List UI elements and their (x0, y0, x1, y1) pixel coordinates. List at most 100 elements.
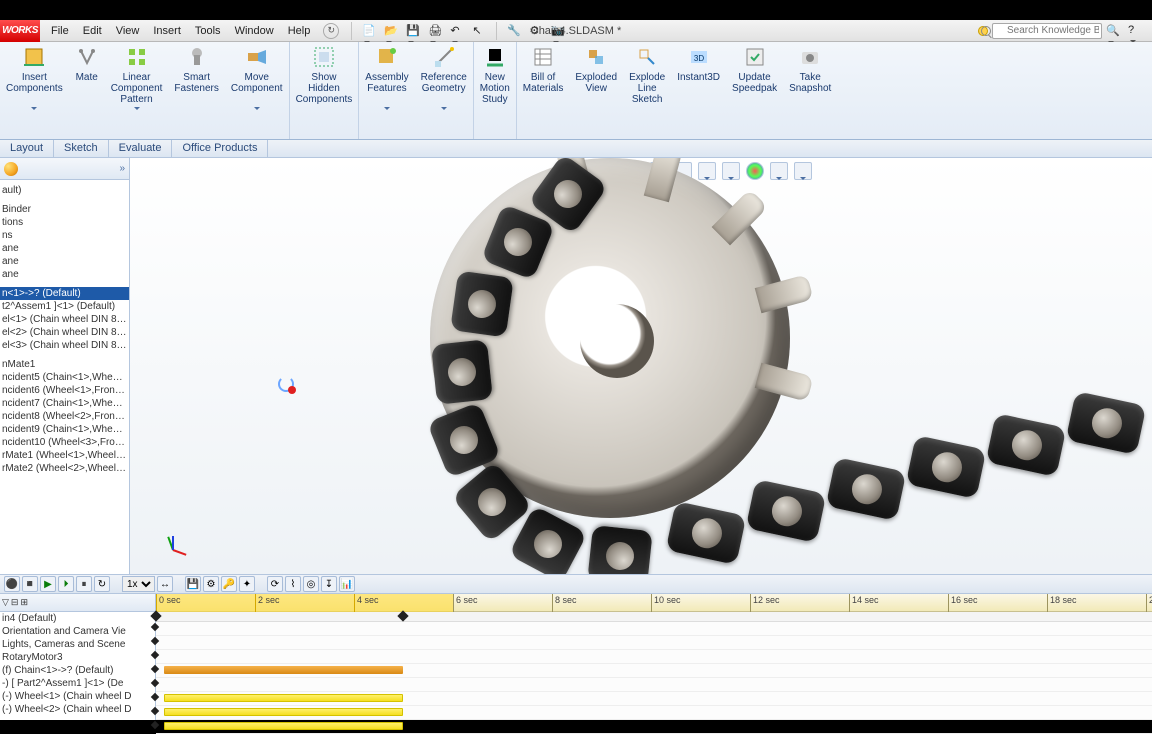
motion-tree-item[interactable]: (-) Wheel<2> (Chain wheel D (0, 703, 155, 716)
view-settings-icon[interactable] (794, 162, 812, 180)
undo-button[interactable]: ↶ (450, 24, 464, 38)
motion-spring-button[interactable]: ⌇ (285, 576, 301, 592)
tab-office[interactable]: Office Products (172, 140, 268, 157)
timeline-bar[interactable] (164, 722, 403, 730)
ribbon-btn-update[interactable]: UpdateSpeedpak (726, 42, 783, 139)
timeline-tick[interactable]: 2 sec (255, 594, 354, 612)
timeline-panel[interactable]: 0 sec2 sec4 sec6 sec8 sec10 sec12 sec14 … (156, 594, 1152, 720)
filter-icon[interactable]: ▽ (2, 597, 9, 608)
tree-expand-icon[interactable]: ⊞ (20, 597, 28, 608)
ribbon-btn-insert[interactable]: InsertComponents (0, 42, 69, 139)
motion-play-button[interactable]: ▶ (40, 576, 56, 592)
feature-tree-item[interactable]: el<1> (Chain wheel DIN 8192 - A (0, 313, 129, 326)
menu-view[interactable]: View (109, 20, 147, 42)
feature-tree-item[interactable]: ane (0, 255, 129, 268)
feature-tree-item[interactable]: ncident10 (Wheel<3>,Front Plan (0, 436, 129, 449)
feature-tree-item[interactable]: ncident5 (Chain<1>,Wheel<1>) (0, 371, 129, 384)
feature-tree-item[interactable]: ns (0, 229, 129, 242)
feature-tree-item[interactable]: ault) (0, 184, 129, 197)
feature-tree-item[interactable]: nMate1 (0, 358, 129, 371)
motion-tree-item[interactable]: Orientation and Camera Vie (0, 625, 155, 638)
ribbon-btn-mate[interactable]: Mate (69, 42, 105, 139)
menu-edit[interactable]: Edit (76, 20, 109, 42)
timeline-row[interactable] (156, 706, 1152, 720)
feature-tree-item[interactable]: ncident7 (Chain<1>,Wheel<2>) (0, 397, 129, 410)
ribbon-btn-exploded[interactable]: ExplodedView (569, 42, 623, 139)
feature-tree-item[interactable]: el<2> (Chain wheel DIN 8192 - A (0, 326, 129, 339)
feature-tree-item[interactable]: ane (0, 242, 129, 255)
motion-anim-wizard-button[interactable]: ⚙ (203, 576, 219, 592)
new-doc-button[interactable]: 📄 (362, 24, 376, 38)
timeline-keytrack[interactable] (156, 612, 1152, 622)
feature-tree-item[interactable]: rMate2 (Wheel<2>,Wheel<3>) (0, 462, 129, 475)
feature-tree-item[interactable]: tions (0, 216, 129, 229)
motion-stop-button[interactable]: ◾ (22, 576, 38, 592)
graphics-area[interactable] (130, 158, 1152, 574)
timeline-row[interactable] (156, 664, 1152, 678)
motion-tree-item[interactable]: RotaryMotor3 (0, 651, 155, 664)
ribbon-btn-reference[interactable]: ReferenceGeometry (415, 42, 473, 139)
display-style-icon[interactable] (698, 162, 716, 180)
tab-layout[interactable]: Layout (0, 140, 54, 157)
timeline-bar[interactable] (164, 708, 403, 716)
motion-reverse-button[interactable]: ↔ (157, 576, 173, 592)
timeline-bars[interactable] (156, 622, 1152, 720)
timeline-tick[interactable]: 18 sec (1047, 594, 1146, 612)
ribbon-btn-bill-of[interactable]: Bill ofMaterials (517, 42, 570, 139)
feature-manager-expand-icon[interactable]: » (119, 163, 125, 174)
feature-tree-item[interactable]: el<3> (Chain wheel DIN 8192 - A (0, 339, 129, 352)
motion-results-button[interactable]: 📊 (339, 576, 355, 592)
ribbon-btn-assembly[interactable]: AssemblyFeatures (359, 42, 414, 139)
motion-play-start-button[interactable]: ⏵ (58, 576, 74, 592)
menu-insert[interactable]: Insert (146, 20, 188, 42)
motion-tree-item[interactable]: in4 (Default) (0, 612, 155, 625)
ribbon-btn-show[interactable]: ShowHiddenComponents (290, 42, 359, 139)
menu-window[interactable]: Window (228, 20, 281, 42)
menu-help[interactable]: Help (281, 20, 318, 42)
timeline-tick[interactable]: 6 sec (453, 594, 552, 612)
motion-study-tree[interactable]: ▽ ⊟ ⊞ in4 (Default)Orientation and Camer… (0, 594, 156, 720)
feature-tree-item[interactable]: n<1>->? (Default) (0, 287, 129, 300)
ribbon-btn-instant3d[interactable]: 3DInstant3D (671, 42, 726, 139)
help-refresh-icon[interactable]: ↻ (323, 23, 339, 39)
ribbon-btn-smart[interactable]: SmartFasteners (168, 42, 224, 139)
timeline-ruler[interactable]: 0 sec2 sec4 sec6 sec8 sec10 sec12 sec14 … (156, 594, 1152, 612)
motion-calc-button[interactable]: ⚫ (4, 576, 20, 592)
feature-tree-item[interactable]: t2^Assem1 ]<1> (Default) (0, 300, 129, 313)
hide-show-icon[interactable] (722, 162, 740, 180)
timeline-row[interactable] (156, 636, 1152, 650)
feature-tree-item[interactable]: rMate1 (Wheel<1>,Wheel<2>) (0, 449, 129, 462)
feature-tree-item[interactable]: Binder (0, 203, 129, 216)
ribbon-btn-explode[interactable]: ExplodeLineSketch (623, 42, 671, 139)
feature-tree[interactable]: ault)Bindertionsnsaneaneanen<1>->? (Defa… (0, 180, 129, 574)
timeline-tick[interactable]: 4 sec (354, 594, 453, 612)
ribbon-btn-linear[interactable]: LinearComponentPattern (105, 42, 169, 139)
timeline-tick[interactable]: 12 sec (750, 594, 849, 612)
print-button[interactable]: 🖨 (428, 24, 442, 38)
motion-tree-item[interactable]: (f) Chain<1>->? (Default) (0, 664, 155, 677)
motion-pause-button[interactable]: ⏸ (76, 576, 92, 592)
save-button[interactable]: 💾 (406, 24, 420, 38)
open-doc-button[interactable]: 📂 (384, 24, 398, 38)
keyframe-diamond[interactable] (397, 610, 408, 621)
timeline-row[interactable] (156, 622, 1152, 636)
ribbon-btn-new[interactable]: NewMotionStudy (474, 42, 516, 139)
playback-speed-select[interactable]: 1x (122, 576, 155, 592)
row-keyframe-icon[interactable] (151, 721, 159, 729)
feature-tree-item[interactable]: ncident8 (Wheel<2>,Front Plane) (0, 410, 129, 423)
search-input[interactable] (992, 23, 1102, 39)
timeline-tick[interactable]: 8 sec (552, 594, 651, 612)
select-button[interactable]: ↖ (472, 24, 486, 38)
feature-tree-item[interactable]: ncident6 (Wheel<1>,Front Plane) (0, 384, 129, 397)
motion-tree-item[interactable]: (-) Wheel<1> (Chain wheel D (0, 690, 155, 703)
motion-addkey-button[interactable]: ✦ (239, 576, 255, 592)
motion-motor-button[interactable]: ⟳ (267, 576, 283, 592)
timeline-tick[interactable]: 10 sec (651, 594, 750, 612)
menu-tools[interactable]: Tools (188, 20, 228, 42)
tab-sketch[interactable]: Sketch (54, 140, 109, 157)
feature-tree-item[interactable]: ane (0, 268, 129, 281)
apply-scene-icon[interactable] (770, 162, 788, 180)
feature-tree-item[interactable]: ncident9 (Chain<1>,Wheel<3>) (0, 423, 129, 436)
timeline-row[interactable] (156, 678, 1152, 692)
tree-collapse-icon[interactable]: ⊟ (11, 597, 19, 608)
